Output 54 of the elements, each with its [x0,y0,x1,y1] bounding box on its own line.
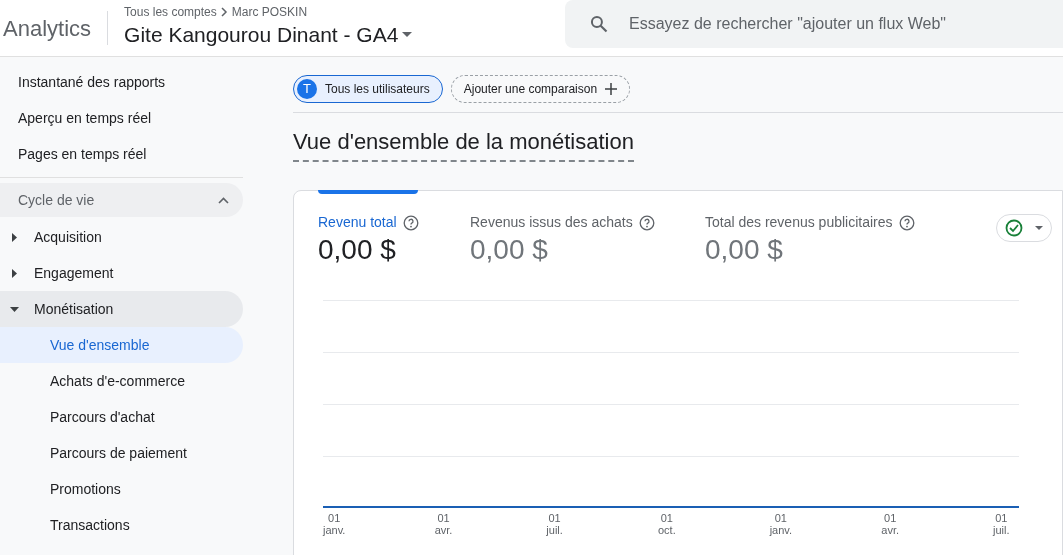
search-field[interactable]: Essayez de rechercher "ajouter un flux Web" [565,0,1063,48]
check-circle-icon [1005,219,1023,237]
nav-item[interactable]: Aperçu en temps réel [0,100,243,136]
nav-item[interactable]: Promotions [0,471,243,507]
metric-tab[interactable]: Total des revenus publicitaires [705,212,893,233]
segment-label: Tous les utilisateurs [325,81,430,98]
dropdown-icon[interactable] [402,32,413,38]
axis-label: 01 [774,512,787,524]
axis-label: 01 [995,512,1008,524]
axis-label: janv. [323,524,346,536]
help-icon[interactable] [402,214,419,231]
caret-right-icon [10,232,19,242]
tree-item[interactable]: Monétisation [0,291,243,327]
nav-item[interactable]: Pages en temps réel [0,136,243,172]
axis-label: juil. [993,524,1010,536]
search-icon [589,14,610,34]
axis-label: oct. [658,524,676,536]
nav-item[interactable]: Parcours d'achat [0,399,243,435]
axis-label: 01 [660,512,673,524]
axis-label: 01 [437,512,450,524]
caret-down-icon [10,304,19,314]
nav-item[interactable]: Achats d'e-commerce [0,363,243,399]
axis-label: 01 [884,512,897,524]
nav-item[interactable]: Instantané des rapports [0,64,243,100]
metric-tab[interactable]: Revenus issus des achats [470,212,633,233]
metric-value: 0,00 $ [705,233,784,267]
property-name[interactable]: Gite Kangourou Dinant - GA4 [124,19,399,51]
avatar-initial: T [297,79,317,99]
caret-icon [1035,225,1043,231]
axis-label: juil. [546,524,563,536]
tree-item[interactable]: Engagement [0,255,243,291]
axis-label: avr. [881,524,900,536]
metric-tab[interactable]: Revenu total [318,212,397,233]
page-title: Vue d'ensemble de la monétisation [293,125,634,162]
tree-item[interactable]: Acquisition [0,219,243,255]
breadcrumb-link[interactable]: Marc POSKIN [231,5,308,20]
axis-label: 01 [548,512,561,524]
caret-right-icon [10,268,19,278]
section-header[interactable]: Cycle de vie [0,183,243,217]
axis-label: janv. [769,524,793,536]
metric-value: 0,00 $ [318,233,397,267]
product-name: Analytics [2,14,93,43]
nav-item[interactable]: Vue d'ensemble [0,327,243,363]
breadcrumb-link[interactable]: Tous les comptes [124,5,217,20]
chevron-right-icon [220,7,228,18]
help-icon[interactable] [638,214,655,231]
metric-value: 0,00 $ [470,233,549,267]
plus-icon [605,83,618,95]
axis-label: 01 [328,512,341,524]
axis-label: avr. [434,524,453,536]
help-icon[interactable] [898,214,915,231]
segment-chip[interactable]: T Tous les utilisateurs [293,75,443,103]
nav-item[interactable]: Transactions [0,507,243,543]
nav-item[interactable]: Parcours de paiement [0,435,243,471]
